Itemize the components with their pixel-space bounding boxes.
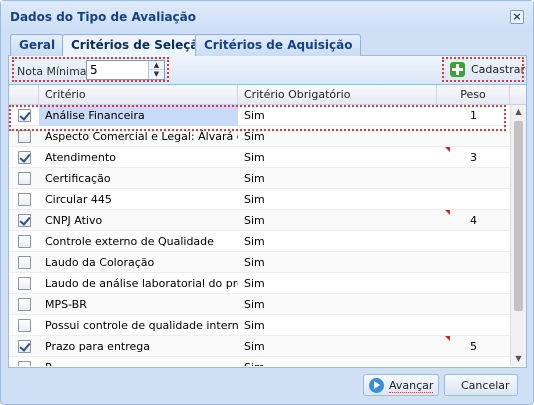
peso-cell[interactable] [437, 231, 510, 252]
peso-value: 5 [470, 340, 477, 353]
row-check-cell [9, 273, 39, 294]
dialog-window: Dados do Tipo de Avaliação × Geral Crité… [0, 0, 534, 405]
row-checkbox[interactable] [18, 130, 31, 143]
dirty-marker-icon [445, 147, 450, 152]
scroll-up-icon[interactable]: ▲ [511, 105, 526, 119]
row-checkbox[interactable] [18, 361, 31, 366]
row-checkbox[interactable] [18, 214, 31, 227]
peso-cell[interactable] [437, 252, 510, 273]
row-checkbox[interactable] [18, 235, 31, 248]
next-button-label: Avançar [389, 379, 434, 393]
header-peso[interactable]: Peso [437, 85, 510, 105]
row-checkbox[interactable] [18, 277, 31, 290]
row-checkbox[interactable] [18, 151, 31, 164]
row-checkbox[interactable] [18, 172, 31, 185]
row-check-cell [9, 168, 39, 189]
cancel-button-label: Cancelar [461, 379, 510, 392]
criterio-cell[interactable]: CNPJ Ativo [39, 210, 238, 231]
peso-cell[interactable] [437, 315, 510, 336]
criterio-cell[interactable]: Prazo para entrega [39, 336, 238, 357]
obrigatorio-cell[interactable]: Sim [238, 147, 437, 168]
close-icon[interactable]: × [510, 10, 524, 24]
row-check-cell [9, 252, 39, 273]
table-row[interactable]: Certificação Sim [9, 168, 510, 189]
table-row[interactable]: Circular 445 Sim [9, 189, 510, 210]
grid-scrollbar[interactable]: ▲ ▼ [510, 105, 526, 366]
tab-criterios-selecao[interactable]: Critérios de Seleção [62, 34, 216, 57]
tab-geral[interactable]: Geral [10, 34, 65, 56]
obrigatorio-cell[interactable]: Sim [238, 252, 437, 273]
table-row[interactable]: CNPJ Ativo Sim 4 [9, 210, 510, 231]
dialog-titlebar[interactable]: Dados do Tipo de Avaliação × [1, 1, 533, 31]
row-check-cell [9, 357, 39, 366]
row-checkbox[interactable] [18, 193, 31, 206]
peso-cell[interactable] [437, 357, 510, 366]
peso-cell[interactable] [437, 168, 510, 189]
grid-header: Critério Critério Obrigatório Peso [9, 85, 526, 105]
criterio-cell[interactable]: Possui controle de qualidade interno [39, 315, 238, 336]
row-checkbox[interactable] [18, 340, 31, 353]
obrigatorio-cell[interactable]: Sim [238, 189, 437, 210]
obrigatorio-cell[interactable]: Sim [238, 357, 437, 366]
criterio-cell[interactable]: Atendimento [39, 147, 238, 168]
arrow-right-icon [369, 378, 384, 393]
scroll-down-icon[interactable]: ▼ [511, 352, 526, 366]
table-row[interactable]: Atendimento Sim 3 [9, 147, 510, 168]
row-checkbox[interactable] [18, 298, 31, 311]
dirty-marker-icon [445, 210, 450, 215]
cancel-button[interactable]: Cancelar [444, 374, 518, 396]
header-criterio[interactable]: Critério [39, 85, 238, 105]
table-row[interactable]: Prazo para entrega Sim 5 [9, 336, 510, 357]
dirty-marker-icon [445, 336, 450, 341]
highlight-selected-row [9, 105, 506, 131]
highlight-nota-minima [12, 57, 169, 82]
table-row[interactable]: Laudo de análise laboratorial do pro... S… [9, 273, 510, 294]
scroll-thumb[interactable] [514, 121, 523, 311]
criterio-cell[interactable]: Controle externo de Qualidade [39, 231, 238, 252]
peso-cell[interactable] [437, 273, 510, 294]
header-check[interactable] [9, 85, 39, 105]
peso-value: 3 [470, 151, 477, 164]
table-row[interactable]: Laudo da Coloração Sim [9, 252, 510, 273]
row-check-cell [9, 147, 39, 168]
obrigatorio-cell[interactable]: Sim [238, 231, 437, 252]
table-row[interactable]: Controle externo de Qualidade Sim [9, 231, 510, 252]
next-button[interactable]: Avançar [363, 374, 439, 396]
row-checkbox[interactable] [18, 256, 31, 269]
row-check-cell [9, 336, 39, 357]
row-checkbox[interactable] [18, 319, 31, 332]
criterio-cell[interactable]: Certificação [39, 168, 238, 189]
table-row[interactable]: MPS-BR Sim [9, 294, 510, 315]
highlight-add-button [442, 57, 524, 82]
header-obrigatorio[interactable]: Critério Obrigatório [238, 85, 437, 105]
obrigatorio-cell[interactable]: Sim [238, 273, 437, 294]
obrigatorio-cell[interactable]: Sim [238, 168, 437, 189]
criterio-cell[interactable]: Circular 445 [39, 189, 238, 210]
criterio-cell[interactable]: Laudo da Coloração [39, 252, 238, 273]
grid-body: Análise Financeira Sim 1 Aspecto Comercial … [9, 105, 510, 366]
criterio-cell[interactable]: P... [39, 357, 238, 366]
peso-cell[interactable] [437, 189, 510, 210]
table-row[interactable]: P...Sim [9, 357, 510, 366]
dialog-title: Dados do Tipo de Avaliação [10, 10, 196, 24]
criterio-cell[interactable]: MPS-BR [39, 294, 238, 315]
tab-panel: Nota Mínima: ▲ ▼ Cadastrar Critério Crit… [8, 56, 527, 368]
obrigatorio-cell[interactable]: Sim [238, 294, 437, 315]
row-check-cell [9, 210, 39, 231]
row-check-cell [9, 231, 39, 252]
row-check-cell [9, 294, 39, 315]
obrigatorio-cell[interactable]: Sim [238, 315, 437, 336]
peso-cell[interactable] [437, 294, 510, 315]
obrigatorio-cell[interactable]: Sim [238, 210, 437, 231]
row-check-cell [9, 189, 39, 210]
obrigatorio-cell[interactable]: Sim [238, 336, 437, 357]
toolbar: Nota Mínima: ▲ ▼ Cadastrar [9, 56, 526, 85]
row-check-cell [9, 315, 39, 336]
tab-criterios-aquisicao[interactable]: Critérios de Aquisição [195, 34, 362, 56]
criterio-cell[interactable]: Laudo de análise laboratorial do pro... [39, 273, 238, 294]
table-row[interactable]: Possui controle de qualidade interno Sim [9, 315, 510, 336]
peso-value: 4 [470, 214, 477, 227]
tab-strip: Geral Critérios de Seleção Critérios de … [8, 31, 527, 57]
